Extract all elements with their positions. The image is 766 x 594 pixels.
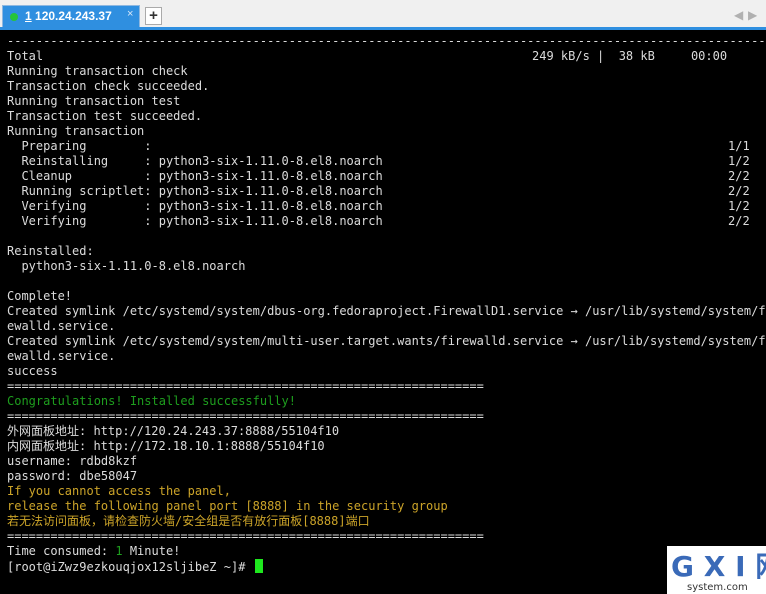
watermark-small-text: system.com: [687, 582, 748, 593]
progress-column: 1/1 1/2 2/2 2/2 1/2 2/2: [728, 139, 750, 229]
terminal-line: password: dbe58047: [7, 469, 138, 483]
terminal-line: 外网面板地址: http://120.24.243.37:8888/55104f…: [7, 424, 340, 438]
terminal-footer: Time consumed: 1 Minute! [root@iZwz9ezko…: [7, 544, 263, 574]
shell-prompt: [root@iZwz9ezkouqjox12sljibeZ ~]#: [7, 560, 253, 574]
terminal-line: Transaction check succeeded.: [7, 79, 210, 93]
progress-value: 2/2: [728, 214, 750, 228]
tab-scroll-left-icon[interactable]: ◀: [734, 8, 743, 22]
terminal-line: Cleanup : python3-six-1.11.0-8.el8.noarc…: [7, 169, 383, 183]
terminal-line: python3-six-1.11.0-8.el8.noarch: [7, 259, 246, 273]
terminal-line: Reinstalled:: [7, 244, 94, 258]
terminal-line: ewalld.service.: [7, 349, 116, 363]
terminal-line: If you cannot access the panel,: [7, 484, 231, 498]
prompt-line[interactable]: [root@iZwz9ezkouqjox12sljibeZ ~]#: [7, 559, 263, 574]
terminal-line: release the following panel port [8888] …: [7, 499, 448, 513]
watermark-big-text: G X I 网: [671, 550, 766, 583]
time-consumed-value: 1: [115, 544, 123, 558]
progress-value: 1/2: [728, 154, 750, 168]
terminal-line: ----------------------------------------…: [7, 34, 766, 48]
terminal-line: Verifying : python3-six-1.11.0-8.el8.noa…: [7, 214, 383, 228]
terminal-line: ========================================…: [7, 529, 484, 543]
progress-value: 2/2: [728, 169, 750, 183]
terminal-line: Transaction test succeeded.: [7, 109, 203, 123]
terminal-line: Running transaction: [7, 124, 145, 138]
terminal-output: ----------------------------------------…: [7, 34, 766, 544]
terminal-line: Preparing :: [7, 139, 152, 153]
terminal-line: Congratulations! Installed successfully!: [7, 394, 296, 408]
progress-value: 2/2: [728, 184, 750, 198]
watermark-logo: G X I 网 system.com: [667, 546, 766, 594]
tab-host: 120.24.243.37: [35, 9, 112, 23]
terminal-line: ========================================…: [7, 409, 484, 423]
terminal-line: Created symlink /etc/systemd/system/mult…: [7, 334, 766, 348]
time-consumed-line: Time consumed: 1 Minute!: [7, 544, 263, 559]
terminal-line: 内网面板地址: http://172.18.10.1:8888/55104f10: [7, 439, 325, 453]
terminal-line: success: [7, 364, 58, 378]
tab-bar: 1 120.24.243.37 × + ◀ ▶: [0, 0, 766, 30]
session-tab[interactable]: 1 120.24.243.37 ×: [2, 5, 140, 27]
total-stats: 249 kB/s | 38 kB 00:00: [532, 49, 728, 63]
terminal-line: 若无法访问面板，请检查防火墙/安全组是否有放行面板[8888]端口: [7, 514, 370, 528]
terminal-line: ewalld.service.: [7, 319, 116, 333]
progress-value: 1/1: [728, 139, 750, 153]
text-cursor: [254, 559, 263, 573]
terminal-line: Running scriptlet: python3-six-1.11.0-8.…: [7, 184, 383, 198]
terminal-line: Running transaction check: [7, 64, 188, 78]
terminal-line: Running transaction test: [7, 94, 181, 108]
terminal-line: ========================================…: [7, 379, 484, 393]
connected-status-icon: [10, 13, 18, 21]
terminal-line: Complete!: [7, 289, 73, 303]
tab-label: 1 120.24.243.37: [25, 9, 112, 23]
new-tab-button[interactable]: +: [145, 7, 162, 25]
terminal-line: Verifying : python3-six-1.11.0-8.el8.noa…: [7, 199, 383, 213]
terminal-line: username: rdbd8kzf: [7, 454, 138, 468]
terminal-line: Reinstalling : python3-six-1.11.0-8.el8.…: [7, 154, 383, 168]
time-consumed-unit: Minute!: [122, 544, 181, 558]
close-tab-icon[interactable]: ×: [127, 8, 133, 20]
tab-number: 1: [25, 9, 32, 23]
tab-scroll-right-icon[interactable]: ▶: [748, 8, 757, 22]
progress-value: 1/2: [728, 199, 750, 213]
terminal-line: Created symlink /etc/systemd/system/dbus…: [7, 304, 766, 318]
time-consumed-label: Time consumed:: [7, 544, 116, 558]
terminal-screen[interactable]: ----------------------------------------…: [0, 30, 766, 594]
